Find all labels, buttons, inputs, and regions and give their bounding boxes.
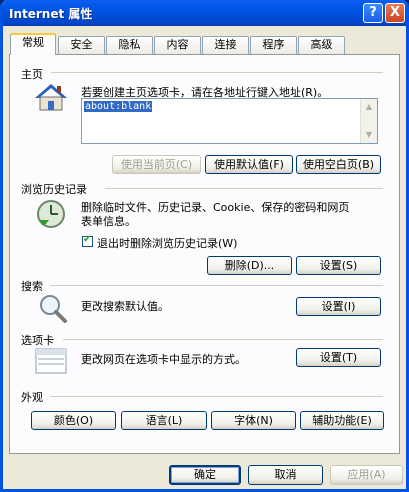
tabs-separator — [63, 339, 383, 340]
scroll-down-icon[interactable]: ▼ — [363, 128, 375, 142]
languages-button[interactable]: 语言(L) — [121, 411, 207, 430]
home-page-url-input[interactable]: about:blank ▲ ▼ — [81, 98, 378, 144]
tabbed-window-icon — [35, 348, 67, 374]
use-current-button[interactable]: 使用当前页(C) — [112, 155, 201, 174]
close-button[interactable]: X — [385, 3, 405, 23]
url-scrollbar[interactable]: ▲ ▼ — [360, 99, 377, 143]
tab-advanced[interactable]: 高级 — [298, 36, 345, 54]
apply-button[interactable]: 应用(A) — [330, 465, 403, 485]
delete-on-exit-checkbox[interactable]: ✔ — [82, 234, 93, 247]
home-separator — [51, 72, 383, 73]
title-bar[interactable]: Internet 属性 ? X — [3, 0, 406, 26]
appearance-separator — [50, 396, 383, 397]
checkmark-icon: ✔ — [83, 234, 92, 245]
tabs-description: 更改网页在选项卡中显示的方式。 — [81, 353, 246, 366]
window-title: Internet 属性 — [9, 7, 93, 21]
help-button[interactable]: ? — [363, 3, 383, 23]
tab-privacy[interactable]: 隐私 — [106, 36, 153, 54]
colors-button[interactable]: 颜色(O) — [31, 411, 116, 430]
tab-security[interactable]: 安全 — [58, 36, 105, 54]
home-icon — [35, 84, 67, 111]
history-separator — [105, 188, 383, 189]
history-clock-icon — [37, 200, 65, 228]
tab-programs[interactable]: 程序 — [250, 36, 297, 54]
cancel-button[interactable]: 取消 — [248, 465, 323, 485]
tabs-settings-button[interactable]: 设置(T) — [296, 348, 381, 367]
scroll-up-icon[interactable]: ▲ — [363, 100, 375, 114]
search-heading: 搜索 — [21, 280, 43, 293]
tab-connections[interactable]: 连接 — [202, 36, 249, 54]
delete-on-exit-label[interactable]: 退出时删除浏览历史记录(W) — [97, 235, 237, 251]
delete-history-button[interactable]: 删除(D)... — [207, 256, 292, 275]
search-settings-button[interactable]: 设置(I) — [296, 297, 381, 316]
home-page-url-value: about:blank — [84, 101, 153, 112]
search-description: 更改搜索默认值。 — [81, 300, 169, 313]
home-page-heading: 主页 — [21, 68, 43, 81]
internet-options-window: Internet 属性 ? X 常规 安全 隐私 内容 连接 程序 高级 主页 … — [0, 0, 409, 492]
tab-general[interactable]: 常规 — [10, 33, 56, 55]
history-heading: 浏览历史记录 — [21, 183, 87, 196]
use-default-button[interactable]: 使用默认值(F) — [205, 155, 293, 174]
accessibility-button[interactable]: 辅助功能(E) — [300, 411, 384, 430]
history-settings-button[interactable]: 设置(S) — [296, 256, 381, 275]
appearance-heading: 外观 — [21, 391, 43, 404]
tab-content[interactable]: 内容 — [154, 36, 201, 54]
search-separator — [50, 285, 383, 286]
search-magnifier-icon — [40, 295, 67, 323]
history-description-line2: 表单信息。 — [81, 215, 136, 228]
fonts-button[interactable]: 字体(N) — [211, 411, 296, 430]
use-blank-button[interactable]: 使用空白页(B) — [296, 155, 381, 174]
ok-button[interactable]: 确定 — [169, 465, 241, 485]
